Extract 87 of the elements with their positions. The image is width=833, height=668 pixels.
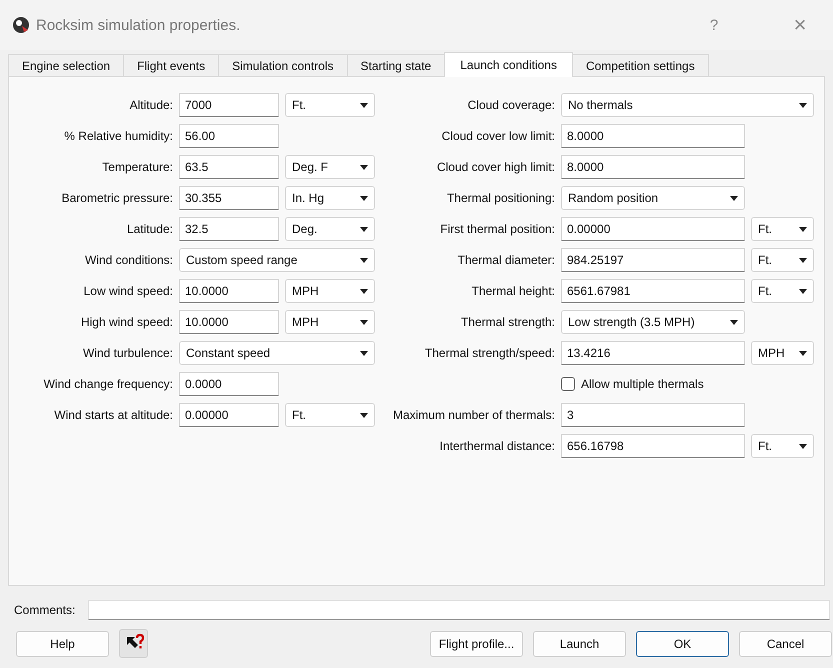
field-label: Cloud cover low limit:: [440, 129, 555, 143]
field-label: Maximum number of thermals:: [392, 408, 555, 422]
unit-dropdown[interactable]: Ft.: [751, 434, 814, 458]
dropdown[interactable]: Random position: [561, 186, 745, 210]
field-label: Cloud coverage:: [466, 98, 555, 112]
input-field[interactable]: 32.5: [179, 217, 279, 241]
caret-icon: [360, 258, 368, 262]
field-label: Thermal strength:: [460, 315, 555, 329]
comments-field[interactable]: [88, 600, 830, 620]
dropdown[interactable]: Low strength (3.5 MPH): [561, 310, 745, 334]
caret-icon: [799, 226, 807, 232]
field-label: Thermal strength/speed:: [424, 346, 555, 360]
app-logo-icon: [12, 16, 30, 34]
caret-icon: [360, 320, 368, 324]
input-field[interactable]: 8.0000: [561, 124, 745, 148]
field-label: Low wind speed:: [82, 284, 173, 298]
field-label: Wind starts at altitude:: [53, 408, 173, 422]
caret-icon: [360, 288, 368, 294]
input-field[interactable]: 30.355: [179, 186, 279, 210]
input-field[interactable]: 56.00: [179, 124, 279, 148]
unit-dropdown[interactable]: MPH: [285, 310, 375, 334]
input-field[interactable]: 656.16798: [561, 434, 745, 458]
caret-icon: [360, 350, 368, 356]
unit-dropdown[interactable]: MPH: [751, 341, 814, 365]
unit-dropdown[interactable]: Deg.: [285, 217, 375, 241]
unit-dropdown[interactable]: Ft.: [751, 248, 814, 272]
input-field[interactable]: 3: [561, 403, 745, 427]
input-field[interactable]: 13.4216: [561, 341, 745, 365]
comments-label: Comments:: [14, 603, 76, 617]
dialog-button[interactable]: Launch: [533, 630, 626, 656]
whats-this-button[interactable]: [119, 629, 148, 658]
dialog-button[interactable]: Flight profile...: [430, 630, 523, 656]
caret-icon: [360, 102, 368, 108]
field-label: Cloud cover high limit:: [436, 160, 555, 174]
field-label: Latitude:: [126, 222, 173, 236]
caret-icon: [730, 196, 738, 200]
input-field[interactable]: 984.25197: [561, 248, 745, 272]
caret-icon: [799, 102, 807, 108]
field-label: Thermal height:: [470, 284, 555, 298]
caret-icon: [360, 226, 368, 232]
unit-dropdown[interactable]: In. Hg: [285, 186, 375, 210]
caret-icon: [799, 258, 807, 262]
field-label: Altitude:: [128, 98, 173, 112]
dialog-button[interactable]: Help: [16, 630, 109, 656]
input-field[interactable]: 0.0000: [179, 372, 279, 396]
caret-icon: [799, 350, 807, 356]
field-label: High wind speed:: [80, 315, 173, 329]
unit-dropdown[interactable]: MPH: [285, 279, 375, 303]
unit-dropdown[interactable]: Deg. F: [285, 155, 375, 179]
tab[interactable]: Engine selection: [8, 54, 124, 76]
window-title: Rocksim simulation properties.: [36, 16, 240, 34]
dialog-button[interactable]: Cancel: [739, 630, 832, 656]
tab[interactable]: Launch conditions: [444, 52, 573, 77]
field-label: Temperature:: [101, 160, 173, 174]
dropdown[interactable]: Custom speed range: [179, 248, 375, 272]
unit-dropdown[interactable]: Ft.: [751, 279, 814, 303]
unit-dropdown[interactable]: Ft.: [285, 93, 375, 117]
dropdown[interactable]: No thermals: [561, 93, 814, 117]
input-field[interactable]: 7000: [179, 93, 279, 117]
field-label: Barometric pressure:: [60, 191, 173, 205]
input-field[interactable]: 10.0000: [179, 279, 279, 303]
input-field[interactable]: 63.5: [179, 155, 279, 179]
field-label: Interthermal distance:: [438, 439, 555, 453]
input-field[interactable]: 8.0000: [561, 155, 745, 179]
dialog-button[interactable]: OK: [636, 630, 729, 656]
field-label: Thermal diameter:: [456, 253, 555, 267]
field-label: % Relative humidity:: [63, 129, 173, 143]
caret-icon: [799, 444, 807, 448]
tab[interactable]: Competition settings: [572, 54, 709, 76]
unit-dropdown[interactable]: Ft.: [285, 403, 375, 427]
input-field[interactable]: 6561.67981: [561, 279, 745, 303]
input-field[interactable]: 10.0000: [179, 310, 279, 334]
caret-icon: [360, 412, 368, 418]
caret-icon: [799, 288, 807, 294]
checkbox[interactable]: Allow multiple thermals: [561, 377, 814, 391]
caret-icon: [730, 320, 738, 324]
input-field[interactable]: 0.00000: [179, 403, 279, 427]
caret-icon: [360, 164, 368, 170]
unit-dropdown[interactable]: Ft.: [751, 217, 814, 241]
field-label: First thermal position:: [439, 222, 555, 236]
field-label: Wind conditions:: [84, 253, 173, 267]
input-field[interactable]: 0.00000: [561, 217, 745, 241]
field-label: Wind turbulence:: [82, 346, 173, 360]
caret-icon: [360, 196, 368, 200]
dropdown[interactable]: Constant speed: [179, 341, 375, 365]
field-label: Thermal positioning:: [446, 191, 555, 205]
field-label: Wind change frequency:: [42, 377, 173, 391]
